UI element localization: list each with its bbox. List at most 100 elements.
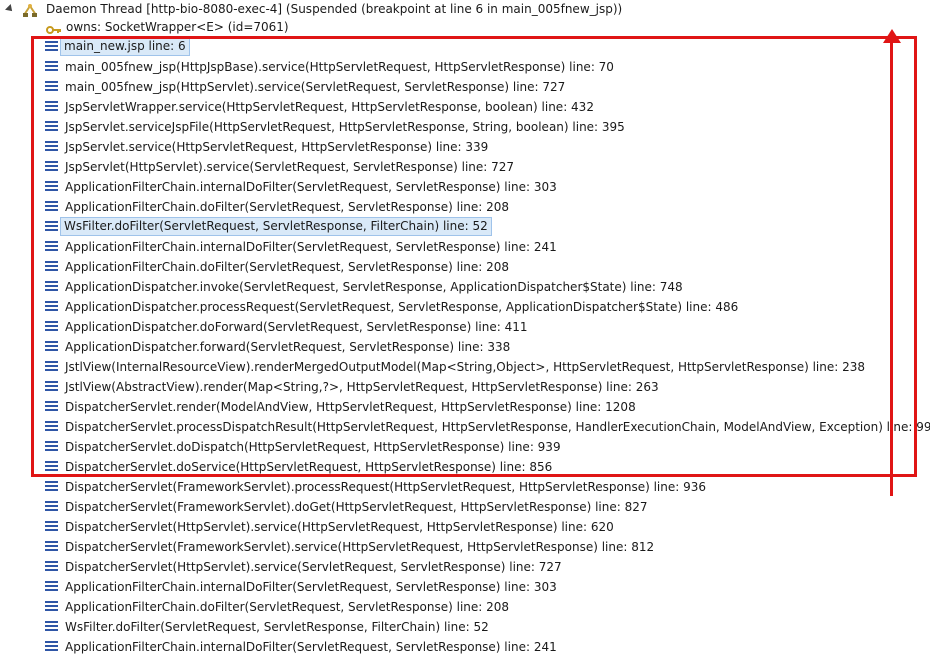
stack-frame-icon [45, 161, 58, 173]
stack-frame-icon [45, 41, 58, 53]
stack-frame-row[interactable]: JspServlet.serviceJspFile(HttpServletReq… [0, 117, 930, 137]
stack-frame-icon [45, 61, 58, 73]
stack-frame-label: ApplicationFilterChain.doFilter(ServletR… [65, 200, 510, 214]
stack-frame-icon [45, 601, 58, 613]
annotation-arrow-shaft [890, 40, 893, 496]
stack-frame-row[interactable]: DispatcherServlet(HttpServlet).service(S… [0, 557, 930, 577]
thread-suspended-icon [23, 4, 37, 17]
stack-frame-icon [45, 101, 58, 113]
stack-frame-row[interactable]: DispatcherServlet(FrameworkServlet).proc… [0, 477, 930, 497]
stack-frame-icon [45, 461, 58, 473]
stack-frame-label: ApplicationFilterChain.internalDoFilter(… [65, 240, 557, 254]
stack-frame-icon [45, 181, 58, 193]
thread-row[interactable]: Daemon Thread [http-bio-8080-exec-4] (Su… [0, 0, 930, 20]
stack-frame-icon [45, 281, 58, 293]
stack-frame-row[interactable]: ApplicationDispatcher.invoke(ServletRequ… [0, 277, 930, 297]
stack-frame-label: DispatcherServlet(FrameworkServlet).serv… [65, 540, 655, 554]
stack-frame-row[interactable]: WsFilter.doFilter(ServletRequest, Servle… [0, 217, 930, 237]
stack-frame-icon [45, 501, 58, 513]
stack-frame-label: ApplicationFilterChain.doFilter(ServletR… [65, 260, 510, 274]
stack-frame-row[interactable]: JspServlet.service(HttpServletRequest, H… [0, 137, 930, 157]
stack-frame-row[interactable]: ApplicationDispatcher.forward(ServletReq… [0, 337, 930, 357]
stack-frame-label: ApplicationFilterChain.internalDoFilter(… [65, 640, 557, 654]
stack-frame-label: JspServlet.service(HttpServletRequest, H… [65, 140, 489, 154]
stack-frame-row[interactable]: DispatcherServlet.doDispatch(HttpServlet… [0, 437, 930, 457]
stack-frame-row[interactable]: main_005fnew_jsp(HttpServlet).service(Se… [0, 77, 930, 97]
stack-frame-icon [45, 441, 58, 453]
stack-frame-row[interactable]: ApplicationFilterChain.doFilter(ServletR… [0, 197, 930, 217]
stack-frame-icon [45, 301, 58, 313]
stack-frame-row[interactable]: DispatcherServlet.processDispatchResult(… [0, 417, 930, 437]
stack-frame-label: JstlView(InternalResourceView).renderMer… [65, 360, 866, 374]
stack-frame-icon [45, 581, 58, 593]
stack-frame-row[interactable]: ApplicationDispatcher.processRequest(Ser… [0, 297, 930, 317]
stack-frame-label: ApplicationFilterChain.internalDoFilter(… [65, 580, 557, 594]
stack-frame-label: WsFilter.doFilter(ServletRequest, Servle… [60, 217, 492, 236]
stack-frame-row[interactable]: DispatcherServlet.render(ModelAndView, H… [0, 397, 930, 417]
stack-frame-row[interactable]: DispatcherServlet.doService(HttpServletR… [0, 457, 930, 477]
stack-frame-row[interactable]: DispatcherServlet(FrameworkServlet).serv… [0, 537, 930, 557]
stack-frame-icon [45, 361, 58, 373]
stack-frame-icon [45, 221, 58, 233]
stack-frame-row[interactable]: WsFilter.doFilter(ServletRequest, Servle… [0, 617, 930, 637]
stack-frame-icon [45, 241, 58, 253]
stack-frame-icon [45, 521, 58, 533]
stack-frame-icon [45, 421, 58, 433]
monitor-key-icon [46, 26, 61, 34]
stack-frame-row[interactable]: ApplicationDispatcher.doForward(ServletR… [0, 317, 930, 337]
stack-frame-row[interactable]: ApplicationFilterChain.doFilter(ServletR… [0, 257, 930, 277]
stack-frame-icon [45, 621, 58, 633]
stack-frame-label: DispatcherServlet(FrameworkServlet).proc… [65, 480, 707, 494]
stack-frame-label: ApplicationFilterChain.internalDoFilter(… [65, 180, 557, 194]
stack-frame-label: JstlView(AbstractView).render(Map<String… [65, 380, 659, 394]
stack-frame-icon [45, 141, 58, 153]
stack-frame-icon [45, 261, 58, 273]
stack-frame-row[interactable]: main_new.jsp line: 6 [0, 37, 930, 57]
owns-monitor-label: owns: SocketWrapper<E> (id=7061) [66, 20, 289, 34]
stack-frame-label: DispatcherServlet(HttpServlet).service(H… [65, 520, 614, 534]
stack-frame-icon [45, 121, 58, 133]
stack-frame-label: JspServletWrapper.service(HttpServletReq… [65, 100, 594, 114]
stack-frame-label: DispatcherServlet(HttpServlet).service(S… [65, 560, 562, 574]
stack-frame-label: main_005fnew_jsp(HttpJspBase).service(Ht… [65, 60, 614, 74]
stack-frame-icon [45, 341, 58, 353]
stack-frame-label: JspServlet.serviceJspFile(HttpServletReq… [65, 120, 625, 134]
stack-frame-label: ApplicationFilterChain.doFilter(ServletR… [65, 600, 510, 614]
stack-frame-row[interactable]: main_005fnew_jsp(HttpJspBase).service(Ht… [0, 57, 930, 77]
stack-frame-label: ApplicationDispatcher.invoke(ServletRequ… [65, 280, 683, 294]
stack-frame-icon [45, 481, 58, 493]
stack-frame-label: DispatcherServlet(FrameworkServlet).doGe… [65, 500, 648, 514]
stack-frame-label: main_005fnew_jsp(HttpServlet).service(Se… [65, 80, 566, 94]
stack-frame-label: ApplicationDispatcher.forward(ServletReq… [65, 340, 511, 354]
thread-label: Daemon Thread [http-bio-8080-exec-4] (Su… [46, 2, 623, 16]
stack-frame-row[interactable]: ApplicationFilterChain.internalDoFilter(… [0, 637, 930, 657]
stack-frame-row[interactable]: JstlView(InternalResourceView).renderMer… [0, 357, 930, 377]
stack-frame-list: main_new.jsp line: 6 main_005fnew_jsp(Htt… [0, 37, 930, 657]
stack-frame-label: ApplicationDispatcher.doForward(ServletR… [65, 320, 528, 334]
stack-frame-label: DispatcherServlet.render(ModelAndView, H… [65, 400, 636, 414]
stack-frame-icon [45, 641, 58, 653]
stack-frame-label: main_new.jsp line: 6 [60, 37, 190, 56]
stack-frame-label: WsFilter.doFilter(ServletRequest, Servle… [65, 620, 489, 634]
stack-frame-row[interactable]: ApplicationFilterChain.internalDoFilter(… [0, 237, 930, 257]
stack-frame-label: DispatcherServlet.doDispatch(HttpServlet… [65, 440, 561, 454]
stack-frame-row[interactable]: DispatcherServlet(FrameworkServlet).doGe… [0, 497, 930, 517]
stack-frame-icon [45, 81, 58, 93]
stack-frame-icon [45, 381, 58, 393]
stack-frame-row[interactable]: DispatcherServlet(HttpServlet).service(H… [0, 517, 930, 537]
stack-frame-icon [45, 401, 58, 413]
stack-frame-row[interactable]: ApplicationFilterChain.internalDoFilter(… [0, 177, 930, 197]
stack-frame-row[interactable]: JspServletWrapper.service(HttpServletReq… [0, 97, 930, 117]
stack-frame-icon [45, 541, 58, 553]
stack-frame-row[interactable]: JstlView(AbstractView).render(Map<String… [0, 377, 930, 397]
stack-frame-row[interactable]: ApplicationFilterChain.internalDoFilter(… [0, 577, 930, 597]
stack-frame-row[interactable]: JspServlet(HttpServlet).service(ServletR… [0, 157, 930, 177]
stack-frame-row[interactable]: ApplicationFilterChain.doFilter(ServletR… [0, 597, 930, 617]
stack-frame-icon [45, 561, 58, 573]
stack-frame-icon [45, 201, 58, 213]
stack-frame-label: JspServlet(HttpServlet).service(ServletR… [65, 160, 515, 174]
stack-frame-label: ApplicationDispatcher.processRequest(Ser… [65, 300, 739, 314]
expand-twisty-icon[interactable] [5, 4, 15, 14]
stack-frame-icon [45, 321, 58, 333]
stack-frame-label: DispatcherServlet.doService(HttpServletR… [65, 460, 553, 474]
